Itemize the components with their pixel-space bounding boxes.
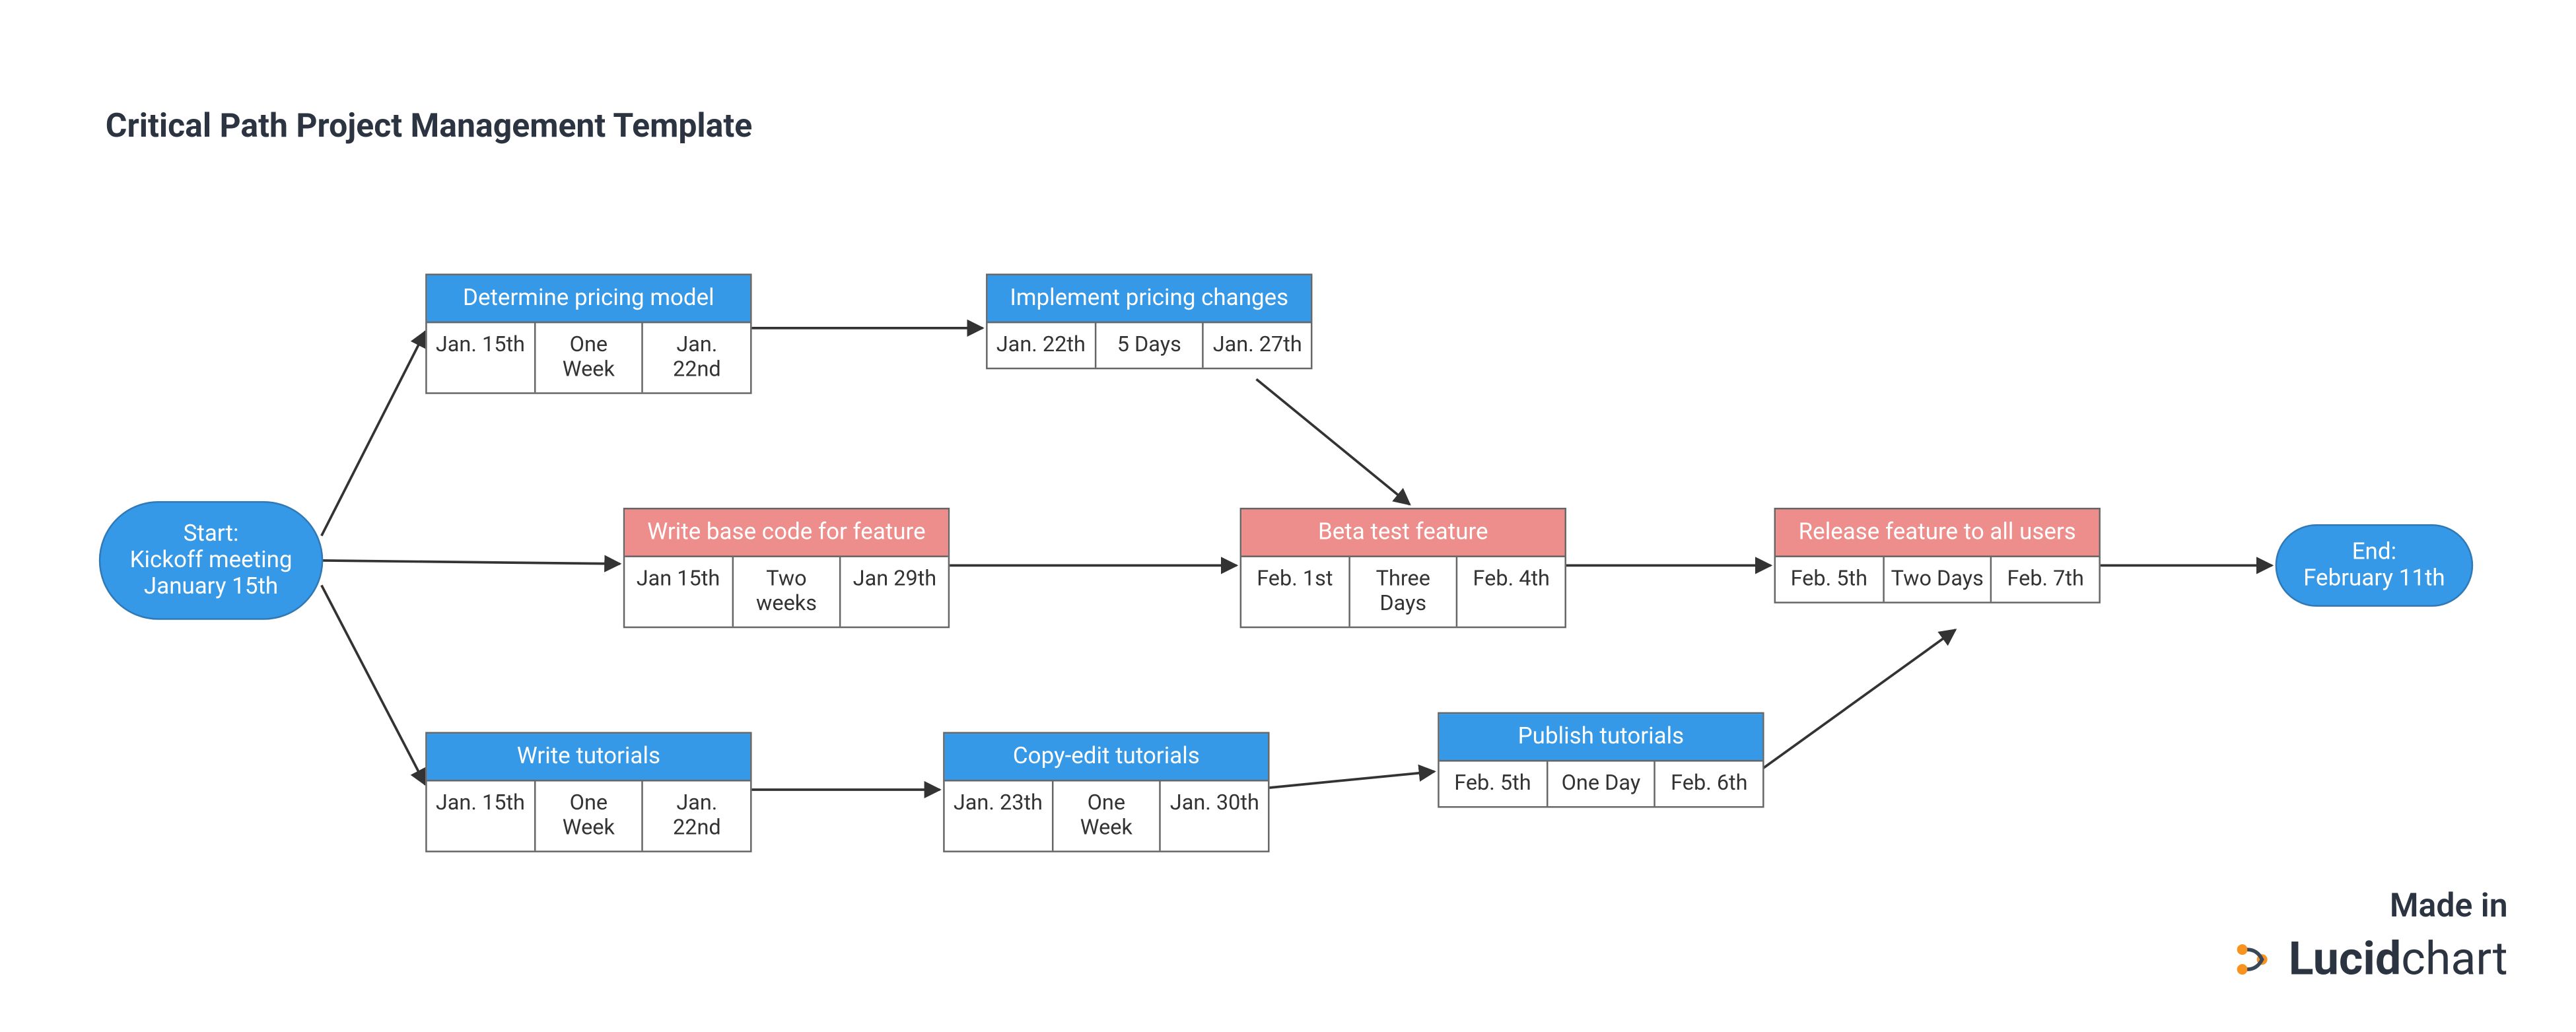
node-end: Jan. 27th (1202, 323, 1311, 367)
node-start: Jan. 15th (427, 323, 534, 392)
node-end: Feb. 6th (1654, 762, 1762, 806)
node-label: Write base code for feature (625, 510, 948, 557)
node-start: Jan. 22th (988, 323, 1094, 367)
node-label: Beta test feature (1241, 510, 1564, 557)
node-beta-test: Beta test feature Feb. 1st Three Days Fe… (1240, 508, 1566, 628)
node-duration: One Week (1051, 781, 1160, 850)
node-determine-pricing: Determine pricing model Jan. 15th One We… (425, 273, 751, 394)
node-start: Jan. 15th (427, 781, 534, 850)
node-start: Jan 15th (625, 557, 731, 627)
node-duration: Three Days (1348, 557, 1457, 627)
diagram-canvas: Critical Path Project Management Templat… (0, 0, 2574, 1032)
node-start: Feb. 1st (1241, 557, 1348, 627)
start-line2: Kickoff meeting (130, 547, 293, 574)
node-end: Feb. 4th (1457, 557, 1565, 627)
node-duration: 5 Days (1094, 323, 1202, 367)
start-line1: Start: (184, 521, 239, 547)
arrow-impl-to-beta (1257, 379, 1410, 504)
node-duration: One Week (534, 323, 642, 392)
node-end: Jan. 30th (1160, 781, 1268, 850)
node-duration: Two Days (1883, 557, 1991, 602)
arrow-start-to-pricing (322, 331, 425, 536)
arrow-start-to-basecode (322, 561, 620, 564)
node-duration: Two weeks (732, 557, 840, 627)
start-node: Start: Kickoff meeting January 15th (99, 501, 324, 620)
node-copy-edit-tutorials: Copy-edit tutorials Jan. 23th One Week J… (943, 732, 1269, 852)
node-duration: One Week (534, 781, 642, 850)
node-label: Copy-edit tutorials (945, 734, 1268, 781)
brand: Lucidchart (2229, 932, 2508, 986)
arrow-publish-to-release (1761, 630, 1956, 770)
node-label: Determine pricing model (427, 275, 750, 323)
page-title: Critical Path Project Management Templat… (106, 106, 752, 145)
node-release: Release feature to all users Feb. 5th Tw… (1774, 508, 2101, 603)
arrow-start-to-tutorials (322, 585, 425, 784)
node-start: Jan. 23th (945, 781, 1051, 850)
node-publish-tutorials: Publish tutorials Feb. 5th One Day Feb. … (1438, 712, 1764, 808)
start-line3: January 15th (144, 574, 278, 600)
brand-name: Lucidchart (2289, 932, 2508, 986)
node-label: Implement pricing changes (988, 275, 1311, 323)
node-label: Write tutorials (427, 734, 750, 781)
node-start: Feb. 5th (1776, 557, 1882, 602)
node-label: Publish tutorials (1440, 714, 1762, 761)
node-end: Jan. 22nd (642, 781, 750, 850)
arrow-copy-to-publish (1267, 772, 1435, 788)
node-label: Release feature to all users (1776, 510, 2099, 557)
footer-attribution: Made in Lucidchart (2229, 885, 2508, 986)
end-line2: February 11th (2303, 565, 2445, 592)
end-node: End: February 11th (2276, 524, 2474, 607)
node-end: Jan. 22nd (642, 323, 750, 392)
node-start: Feb. 5th (1440, 762, 1546, 806)
node-base-code: Write base code for feature Jan 15th Two… (623, 508, 950, 628)
node-end: Feb. 7th (1991, 557, 2099, 602)
node-implement-pricing: Implement pricing changes Jan. 22th 5 Da… (986, 273, 1312, 369)
brand-lucid: Lucid (2289, 932, 2401, 986)
node-write-tutorials: Write tutorials Jan. 15th One Week Jan. … (425, 732, 751, 852)
node-end: Jan 29th (840, 557, 948, 627)
made-in-label: Made in (2390, 885, 2508, 925)
lucidchart-logo-icon (2229, 936, 2276, 982)
node-duration: One Day (1546, 762, 1654, 806)
brand-chart: chart (2401, 932, 2507, 986)
end-line1: End: (2352, 539, 2396, 565)
